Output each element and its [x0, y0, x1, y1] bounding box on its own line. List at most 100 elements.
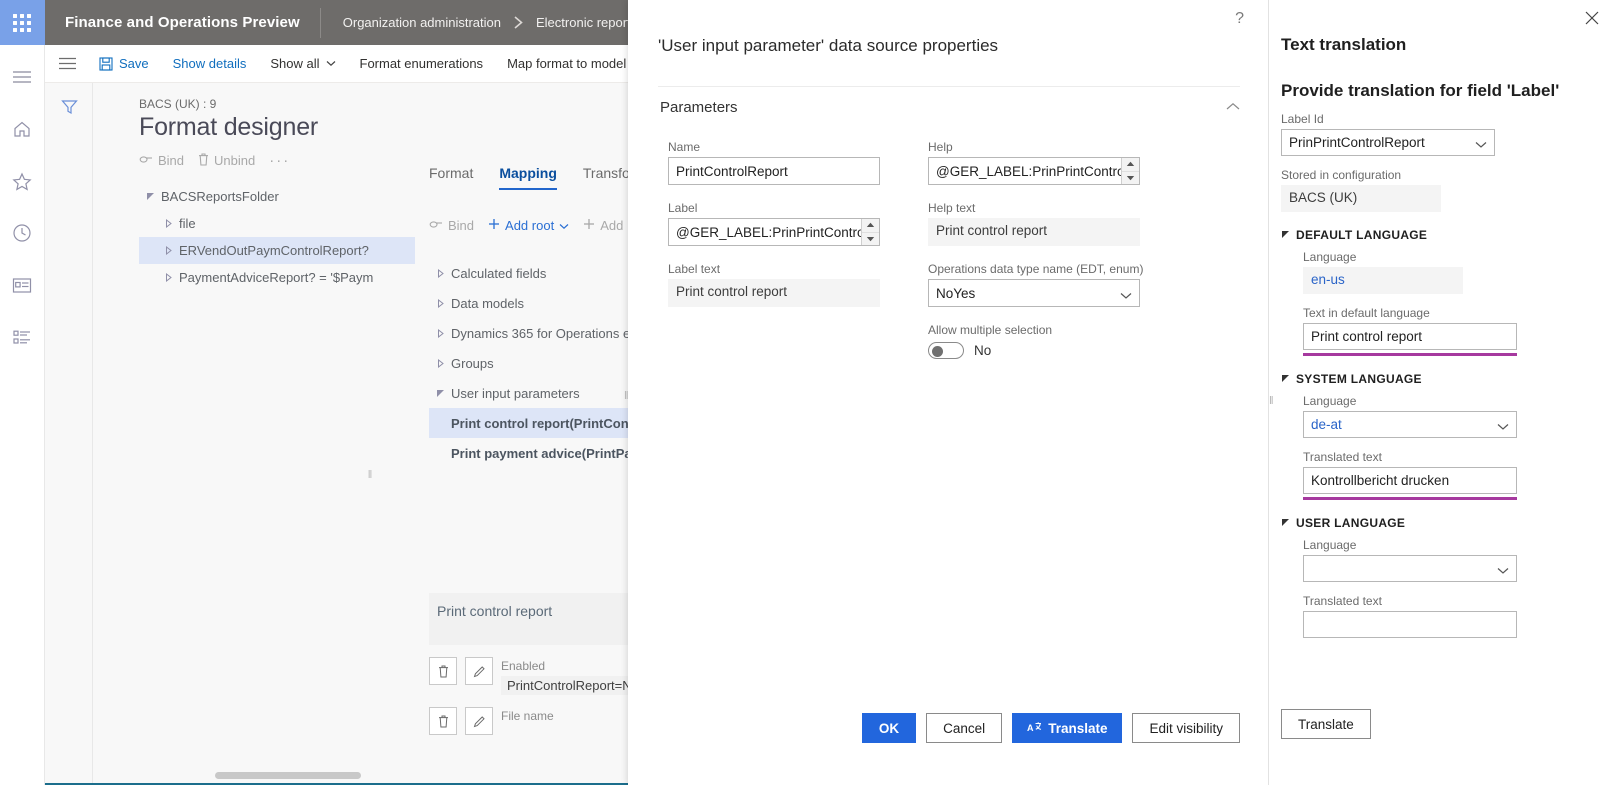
triangle-expanded-icon[interactable]	[1281, 374, 1290, 385]
show-details-button[interactable]: Show details	[161, 45, 259, 83]
tab-mapping[interactable]: Mapping	[499, 165, 557, 190]
triangle-collapsed-icon[interactable]	[429, 268, 451, 278]
user-language-select-wrapper	[1303, 555, 1517, 582]
system-language-group-header[interactable]: SYSTEM LANGUAGE	[1281, 372, 1611, 386]
tree-item-paymentadvicereport[interactable]: PaymentAdviceReport? = '$Paym	[139, 264, 415, 291]
dialog-resize-grip[interactable]: ‖	[624, 390, 629, 402]
toggle-value: No	[974, 343, 992, 358]
delete-row-button[interactable]	[429, 707, 457, 735]
dialog-divider	[658, 86, 1240, 87]
cancel-button[interactable]: Cancel	[926, 713, 1003, 743]
allow-multiple-selection-toggle[interactable]: No	[928, 342, 1160, 359]
toggle-switch[interactable]	[928, 342, 964, 359]
edit-row-button[interactable]	[465, 707, 493, 735]
help-spinner[interactable]	[1121, 158, 1139, 184]
delete-row-button[interactable]	[429, 657, 457, 685]
show-all-dropdown[interactable]: Show all	[258, 45, 347, 83]
modules-list-icon[interactable]	[0, 317, 45, 357]
user-translated-text-label: Translated text	[1303, 594, 1382, 608]
spinner-up-icon[interactable]	[862, 219, 879, 232]
mapping-actions: Bind Add root Add	[429, 218, 638, 233]
unbind-button[interactable]: Unbind	[198, 152, 255, 169]
show-details-label: Show details	[172, 56, 247, 71]
favorites-star-icon[interactable]	[0, 161, 45, 201]
add-root-label: Add root	[505, 218, 555, 233]
spinner-up-icon[interactable]	[1122, 158, 1139, 171]
user-language-group-header[interactable]: USER LANGUAGE	[1281, 516, 1611, 530]
help-field-label: Help	[928, 140, 953, 154]
default-text-input[interactable]	[1303, 323, 1517, 350]
label-id-select[interactable]	[1281, 129, 1495, 156]
trash-icon	[198, 152, 209, 169]
triangle-collapsed-icon[interactable]	[429, 328, 451, 338]
default-language-group-header[interactable]: DEFAULT LANGUAGE	[1281, 228, 1611, 242]
tree-item-ervendoutpaymcontrolreport[interactable]: ERVendOutPaymControlReport?	[139, 237, 415, 264]
translate-button[interactable]: A Translate	[1012, 713, 1123, 743]
user-translated-text-input[interactable]	[1303, 611, 1517, 638]
tree-item-file[interactable]: file	[139, 210, 415, 237]
tree-item-label: Print payment advice(PrintPaym	[451, 445, 651, 461]
panel-resize-grip[interactable]: ‖	[1269, 395, 1274, 407]
dialog-left-column: Name Label Label text Print control repo…	[668, 140, 900, 307]
edit-visibility-button[interactable]: Edit visibility	[1132, 713, 1240, 743]
system-language-select[interactable]	[1303, 411, 1517, 438]
format-tree: BACSReportsFolder file ERVendOutPaymCont…	[139, 183, 415, 291]
edt-select-wrapper	[928, 279, 1140, 307]
chevron-up-icon[interactable]	[1226, 98, 1240, 116]
bind-button[interactable]: Bind	[139, 153, 184, 168]
triangle-expanded-icon[interactable]	[429, 389, 451, 398]
hamburger-menu-icon[interactable]	[0, 57, 45, 97]
chevron-right-icon	[513, 15, 524, 30]
map-format-to-model-button[interactable]: Map format to model	[495, 45, 638, 83]
system-language-group-body: Language Translated text	[1281, 394, 1611, 500]
triangle-collapsed-icon[interactable]	[429, 298, 451, 308]
horizontal-scrollbar[interactable]	[215, 772, 361, 779]
help-icon[interactable]: ?	[1235, 10, 1244, 28]
breadcrumb-item-0[interactable]: Organization administration	[343, 15, 501, 30]
parameters-section-header[interactable]: Parameters	[660, 98, 1240, 116]
tree-item-label: Calculated fields	[451, 265, 547, 281]
triangle-collapsed-icon[interactable]	[157, 219, 179, 228]
triangle-expanded-icon[interactable]	[139, 192, 161, 201]
tree-item-label: PaymentAdviceReport? = '$Paym	[179, 270, 374, 285]
close-icon[interactable]	[1584, 10, 1600, 31]
triangle-collapsed-icon[interactable]	[429, 358, 451, 368]
chevron-down-icon	[326, 60, 336, 67]
triangle-collapsed-icon[interactable]	[157, 246, 179, 255]
text-translation-panel: Text translation Provide translation for…	[1268, 0, 1620, 785]
name-input[interactable]	[668, 157, 880, 185]
home-icon[interactable]	[0, 109, 45, 149]
triangle-expanded-icon[interactable]	[1281, 518, 1290, 529]
mapping-bind-button[interactable]: Bind	[429, 218, 474, 233]
triangle-expanded-icon[interactable]	[1281, 230, 1290, 241]
label-spinner[interactable]	[861, 219, 879, 245]
filter-icon[interactable]	[45, 93, 93, 121]
default-text-underline	[1303, 353, 1517, 356]
tab-format[interactable]: Format	[429, 165, 473, 190]
pane-splitter-left[interactable]: ‖	[367, 463, 373, 487]
tree-item-bacsreportsfolder[interactable]: BACSReportsFolder	[139, 183, 415, 210]
help-input[interactable]	[928, 157, 1140, 185]
dialog-right-column: Help Help text Print control report Oper…	[928, 140, 1160, 359]
ok-button[interactable]: OK	[861, 713, 917, 743]
waffle-button[interactable]	[0, 0, 45, 45]
bind-label: Bind	[158, 153, 185, 168]
user-language-select[interactable]	[1303, 555, 1517, 582]
nav-toggle-icon[interactable]	[47, 45, 87, 83]
panel-translate-button[interactable]: Translate	[1281, 709, 1371, 739]
edit-row-button[interactable]	[465, 657, 493, 685]
more-actions-button[interactable]: ···	[269, 152, 290, 169]
spinner-down-icon[interactable]	[862, 231, 879, 246]
triangle-collapsed-icon[interactable]	[157, 273, 179, 282]
workspaces-icon[interactable]	[0, 265, 45, 305]
label-input[interactable]	[668, 218, 880, 246]
edt-select[interactable]	[928, 279, 1140, 307]
spinner-down-icon[interactable]	[1122, 170, 1139, 185]
save-button[interactable]: Save	[87, 45, 161, 83]
add-root-button[interactable]: Add root	[488, 218, 569, 233]
allow-multiple-selection-label: Allow multiple selection	[928, 323, 1053, 337]
system-translated-text-input[interactable]	[1303, 467, 1517, 494]
format-enumerations-button[interactable]: Format enumerations	[348, 45, 496, 83]
add-label: Add	[600, 218, 624, 233]
recent-clock-icon[interactable]	[0, 213, 45, 253]
